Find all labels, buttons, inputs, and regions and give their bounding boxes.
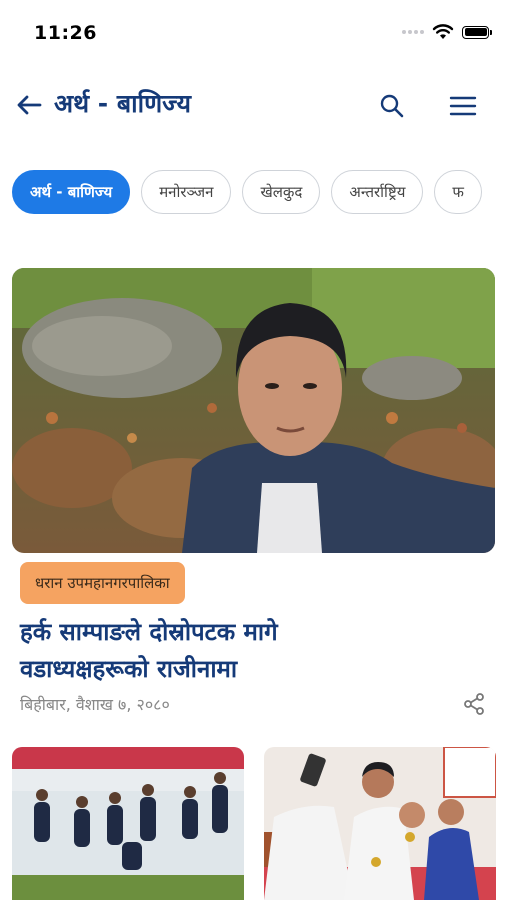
article-date: बिहीबार, वैशाख ७, २०८० bbox=[20, 695, 170, 714]
app-header: अर्थ - बाणिज्य bbox=[0, 70, 507, 140]
menu-button[interactable] bbox=[446, 90, 480, 122]
share-button[interactable] bbox=[460, 690, 488, 718]
back-button[interactable] bbox=[14, 90, 44, 120]
search-button[interactable] bbox=[376, 90, 408, 122]
featured-article-image[interactable] bbox=[12, 268, 495, 553]
headline-line-1: हर्क साम्पाङले दोस्रोपटक मागे bbox=[20, 618, 278, 646]
search-icon bbox=[380, 94, 404, 118]
article-thumbnail[interactable] bbox=[264, 747, 496, 900]
category-tabs: अर्थ - बाणिज्य मनोरञ्जन खेलकुद अन्तर्राष… bbox=[12, 170, 495, 216]
wifi-icon bbox=[432, 24, 454, 39]
share-icon bbox=[464, 693, 484, 715]
status-icons bbox=[402, 24, 492, 40]
back-arrow-icon bbox=[17, 95, 42, 115]
page-title: अर्थ - बाणिज्य bbox=[54, 89, 191, 118]
status-time: 11:26 bbox=[34, 22, 97, 44]
headline-line-2: वडाध्यक्षहरूको राजीनामा bbox=[20, 655, 238, 683]
tab-khelkud[interactable]: खेलकुद bbox=[242, 170, 321, 214]
category-badge[interactable]: धरान उपमहानगरपालिका bbox=[20, 562, 185, 604]
status-bar: 11:26 bbox=[0, 0, 507, 60]
cellular-signal-icon bbox=[402, 30, 424, 34]
tab-partial[interactable]: फ bbox=[434, 170, 482, 214]
hamburger-menu-icon bbox=[449, 96, 477, 116]
tab-antarrashtriya[interactable]: अन्तर्राष्ट्रिय bbox=[331, 170, 424, 214]
article-headline[interactable]: हर्क साम्पाङले दोस्रोपटक मागे वडाध्यक्षह… bbox=[20, 614, 450, 688]
tab-arth-banijya[interactable]: अर्थ - बाणिज्य bbox=[12, 170, 131, 214]
tab-manoranjan[interactable]: मनोरञ्जन bbox=[141, 170, 232, 214]
article-thumbnail[interactable] bbox=[12, 747, 244, 900]
battery-icon bbox=[462, 25, 492, 39]
